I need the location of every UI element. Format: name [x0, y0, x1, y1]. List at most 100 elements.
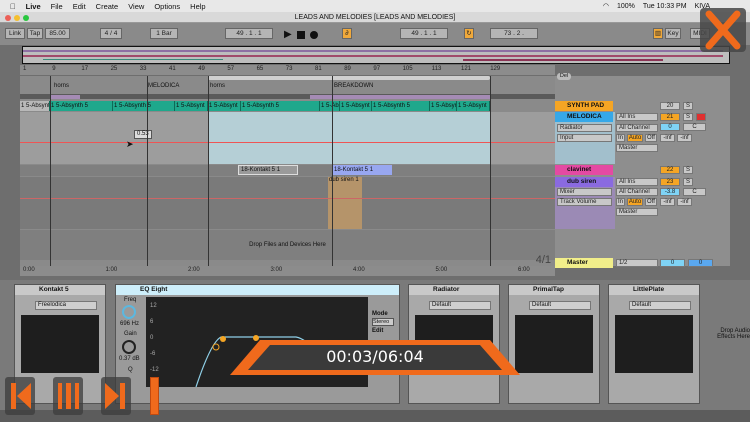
track-number[interactable]: 22 [660, 166, 680, 174]
menu-create[interactable]: Create [96, 2, 119, 11]
device-littleplate[interactable]: LittlePlate Default [608, 284, 700, 404]
quantize-select[interactable]: 1 Bar [150, 28, 178, 39]
volume-field[interactable]: 0 [660, 123, 680, 131]
input-type[interactable]: All Ins [616, 178, 658, 186]
preset-chooser[interactable]: Default [629, 301, 691, 310]
progress-scrubber[interactable] [150, 377, 159, 415]
track-synth-pad[interactable]: SYNTH PAD [555, 101, 613, 111]
automation-arm-icon[interactable]: ∂ [342, 28, 352, 39]
locator-melodica[interactable]: MELODICA [148, 83, 179, 89]
arrangement-view[interactable]: horns MELODICA horns BREAKDOWN 1 5-Absyn… [20, 76, 555, 266]
solo-button[interactable]: S [683, 166, 693, 174]
time-ruler[interactable]: 0:00 1:00 2:00 3:00 4:00 5:00 6:00 [20, 266, 555, 276]
output-routing[interactable]: Master [616, 144, 658, 152]
freq-knob[interactable] [122, 305, 136, 319]
track-number[interactable]: 20 [660, 102, 680, 110]
automation-line[interactable] [20, 142, 555, 143]
tap-button[interactable]: Tap [27, 28, 43, 39]
input-channel[interactable]: All Channel [616, 124, 658, 132]
melodica-automation-region[interactable] [208, 112, 490, 164]
time-signature[interactable]: 4 / 4 [100, 28, 122, 39]
pan-field[interactable]: C [683, 123, 706, 131]
dub-siren-clip[interactable]: dub siren 1 [328, 177, 362, 229]
locator-horns-2[interactable]: horns [210, 83, 225, 89]
loop-length[interactable]: 73 . 2 . [490, 28, 538, 39]
send-a[interactable]: -inf [660, 198, 675, 206]
absynth-clip[interactable]: 1 5-Absynt [457, 101, 490, 111]
output-routing[interactable]: Master [616, 208, 658, 216]
delete-button[interactable]: Del [557, 73, 571, 80]
master-pan[interactable]: 0 [688, 259, 713, 267]
absynth-clip[interactable]: 1 5-Absynth 5 [50, 101, 113, 111]
monitor-auto[interactable]: Auto [627, 134, 643, 142]
menu-options[interactable]: Options [154, 2, 180, 11]
master-volume[interactable]: 0 [660, 259, 685, 267]
kontakt-clip[interactable]: 18-Kontakt 5 1 [238, 165, 298, 175]
monitor-in[interactable]: In [616, 134, 625, 142]
loop-toggle-icon[interactable]: ↻ [464, 28, 474, 39]
monitor-auto[interactable]: Auto [627, 198, 643, 206]
mode-select[interactable]: Stereo [372, 318, 394, 326]
close-video-button[interactable] [700, 8, 746, 52]
absynth-clip[interactable]: 1 5-Absynt [175, 101, 208, 111]
absynth-clip[interactable]: 1 5-Absynth 5 [372, 101, 430, 111]
monitor-in[interactable]: In [616, 198, 625, 206]
send-b[interactable]: -inf [677, 134, 692, 142]
solo-button[interactable]: S [683, 178, 693, 186]
send-b[interactable]: -inf [677, 198, 692, 206]
record-button[interactable] [310, 31, 318, 39]
song-position[interactable]: 49 . 1 . 1 [225, 28, 273, 39]
loop-brace[interactable] [208, 76, 490, 80]
link-button[interactable]: Link [5, 28, 25, 39]
apple-icon[interactable]:  [10, 2, 16, 11]
preset-chooser[interactable]: Freelodica [35, 301, 97, 310]
track-master[interactable]: Master [555, 258, 613, 268]
gain-knob[interactable] [122, 340, 136, 354]
loop-start[interactable]: 49 . 1 . 1 [400, 28, 448, 39]
menu-edit[interactable]: Edit [73, 2, 86, 11]
track-clavinet[interactable]: clavinet [555, 165, 613, 175]
preset-chooser[interactable]: Default [429, 301, 491, 310]
send-a[interactable]: -inf [660, 134, 675, 142]
keyboard-icon[interactable]: ▥ [653, 28, 663, 39]
monitor-off[interactable]: Off [645, 198, 657, 206]
drop-zone[interactable]: Drop Files and Devices Here [20, 230, 555, 260]
absynth-clip[interactable]: 1 5-Absynth 5 [113, 101, 175, 111]
menu-view[interactable]: View [128, 2, 144, 11]
menu-help[interactable]: Help [190, 2, 205, 11]
menu-live[interactable]: Live [26, 2, 41, 11]
wifi-icon[interactable]: ◠ [603, 2, 609, 10]
parameter-chooser[interactable]: Track Volume [557, 198, 612, 206]
absynth-clip[interactable]: 1 5-Absynt [20, 101, 50, 111]
absynth-clip[interactable]: 1 5-Absynt [320, 101, 340, 111]
tempo-field[interactable]: 85.00 [45, 28, 70, 39]
cue-out[interactable]: 1/2 [616, 259, 658, 267]
pan-field[interactable]: C [683, 188, 706, 196]
solo-button[interactable]: S [683, 102, 693, 110]
dub-siren-lane[interactable] [20, 177, 555, 229]
solo-button[interactable]: S [683, 113, 693, 121]
input-channel[interactable]: All Channel [616, 188, 658, 196]
preset-chooser[interactable]: Default [529, 301, 591, 310]
bar-ruler[interactable]: 1 9 17 25 33 41 49 57 65 73 81 89 97 105 113 121 129 [20, 65, 555, 75]
play-button[interactable]: ▶ [284, 29, 292, 40]
absynth-clip[interactable]: 1 5-Absynt [340, 101, 372, 111]
track-dub-siren[interactable]: dub siren [555, 177, 613, 187]
arrangement-overview[interactable] [22, 46, 730, 64]
arm-button[interactable] [696, 113, 706, 121]
track-melodica[interactable]: MELODICA [555, 112, 613, 122]
kontakt-clip[interactable]: 18-Kontakt 5 1 [332, 165, 392, 175]
key-map-button[interactable]: Key [665, 28, 681, 39]
stop-button[interactable] [297, 31, 305, 39]
next-button[interactable] [101, 377, 131, 415]
track-number[interactable]: 23 [660, 178, 680, 186]
absynth-clip[interactable]: 1 5-Absynt [430, 101, 457, 111]
clock[interactable]: Tue 10:33 PM [643, 3, 687, 10]
volume-field[interactable]: -3.8 [660, 188, 680, 196]
device-chooser[interactable]: Radiator [557, 124, 612, 132]
track-number[interactable]: 21 [660, 113, 680, 121]
device-chooser[interactable]: Mixer [557, 188, 612, 196]
absynth-clip[interactable]: 1 5-Absynth 5 [241, 101, 320, 111]
close-window-button[interactable] [5, 15, 11, 21]
locator-breakdown[interactable]: BREAKDOWN [334, 83, 373, 89]
